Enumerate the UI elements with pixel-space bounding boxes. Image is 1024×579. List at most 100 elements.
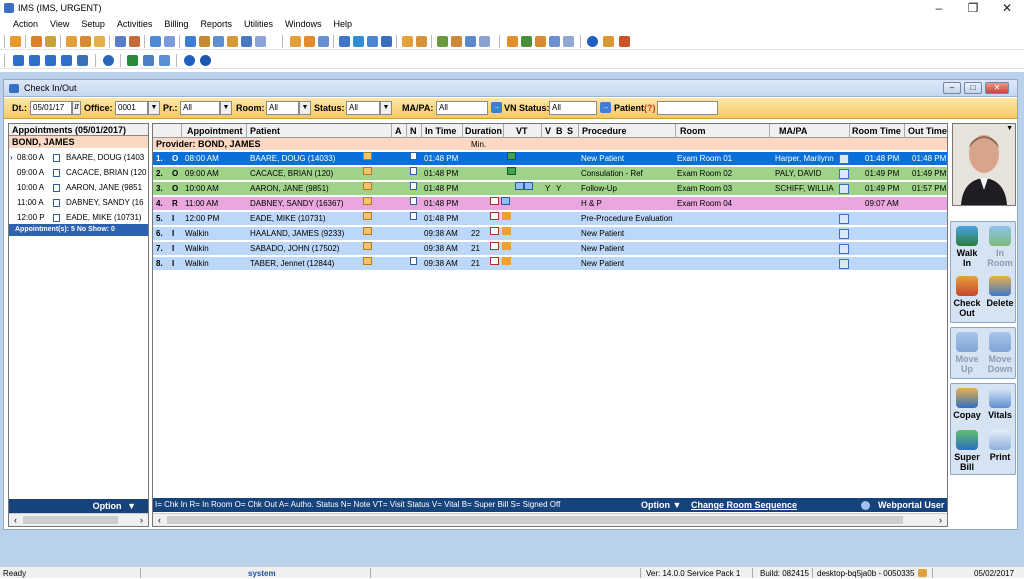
minimize-icon[interactable]: –	[922, 0, 956, 17]
doc-icon[interactable]	[150, 36, 161, 47]
exit-icon[interactable]	[619, 36, 630, 47]
menu-activities[interactable]: Activities	[111, 17, 159, 32]
webportal-user-label[interactable]: Webportal User	[878, 498, 944, 512]
office-field[interactable]: 0001	[115, 101, 148, 115]
menu-action[interactable]: Action	[7, 17, 44, 32]
move-down-button[interactable]: Move Down	[984, 332, 1016, 374]
table-row[interactable]: 6. I Walkin HAALAND, JAMES (9233) 09:38 AM 22…	[153, 227, 947, 241]
menu-reports[interactable]: Reports	[194, 17, 238, 32]
status-select[interactable]: All	[346, 101, 380, 115]
room-transfer-icon[interactable]	[839, 229, 849, 239]
grid-horizontal-scrollbar[interactable]: ‹ ›	[153, 513, 947, 526]
move-up-button[interactable]: Move Up	[951, 332, 983, 374]
date-spinner[interactable]: ⇵	[72, 101, 81, 115]
room-transfer-icon[interactable]	[839, 214, 849, 224]
calculator-icon[interactable]	[159, 55, 170, 66]
col-s[interactable]: S	[567, 125, 573, 137]
refresh-icon[interactable]	[103, 55, 114, 66]
office-dropdown-icon[interactable]: ▼	[148, 101, 160, 115]
family-icon[interactable]	[45, 36, 56, 47]
room-transfer-icon[interactable]	[839, 244, 849, 254]
col-room[interactable]: Room	[680, 125, 706, 137]
room-transfer-icon[interactable]	[839, 154, 849, 164]
ledger-icon[interactable]	[318, 36, 329, 47]
table-row[interactable]: 5. I 12:00 PM EADE, MIKE (10731) 01:48 PM Pre…	[153, 212, 947, 226]
check-out-button[interactable]: Check Out	[951, 276, 983, 318]
table-row[interactable]: 1. O 08:00 AM BAARE, DOUG (14033) 01:48 PM Ne…	[153, 152, 947, 166]
mapa-field[interactable]: All	[436, 101, 488, 115]
send-icon[interactable]	[339, 36, 350, 47]
col-room-time[interactable]: Room Time	[852, 125, 901, 137]
last-record-icon[interactable]	[61, 55, 72, 66]
list-icon[interactable]	[255, 36, 266, 47]
calendar-icon[interactable]	[213, 36, 224, 47]
left-option-button[interactable]: Option ▼	[9, 499, 148, 513]
col-v[interactable]: V	[545, 125, 551, 137]
restore-icon[interactable]: ❐	[956, 0, 990, 17]
room-transfer-icon[interactable]	[839, 169, 849, 179]
print-queue-icon[interactable]	[479, 36, 490, 47]
info-icon[interactable]	[184, 55, 195, 66]
list-item[interactable]: 12:00 P EADE, MIKE (10731)	[9, 210, 148, 225]
provider-dropdown-icon[interactable]: ▼	[220, 101, 232, 115]
first-record-icon[interactable]	[13, 55, 24, 66]
window-minimize-icon[interactable]: –	[943, 82, 961, 94]
schedule-icon[interactable]	[241, 36, 252, 47]
people-icon[interactable]	[227, 36, 238, 47]
col-in-time[interactable]: In Time	[425, 125, 456, 137]
notes-icon[interactable]	[94, 36, 105, 47]
list-item[interactable]: › 08:00 A BAARE, DOUG (1403	[9, 150, 148, 165]
col-patient[interactable]: Patient	[250, 125, 280, 137]
col-appointment[interactable]: Appointment	[187, 125, 243, 137]
scroll-right-icon[interactable]: ›	[135, 514, 148, 526]
user-icon[interactable]	[10, 36, 21, 47]
building-icon[interactable]	[143, 55, 154, 66]
scroll-right-icon[interactable]: ›	[934, 514, 947, 526]
payment-icon[interactable]	[304, 36, 315, 47]
change-room-sequence-link[interactable]: Change Room Sequence	[691, 498, 797, 512]
menu-windows[interactable]: Windows	[279, 17, 328, 32]
sync-icon[interactable]	[185, 36, 196, 47]
inventory-icon[interactable]	[465, 36, 476, 47]
menu-billing[interactable]: Billing	[158, 17, 194, 32]
room-transfer-icon[interactable]	[839, 259, 849, 269]
in-room-button[interactable]: In Room	[984, 226, 1016, 268]
col-n[interactable]: N	[410, 125, 417, 137]
col-out-time[interactable]: Out Time	[908, 125, 947, 137]
status-dropdown-icon[interactable]: ▼	[380, 101, 392, 115]
scroll-left-icon[interactable]: ‹	[153, 514, 166, 526]
photo-dropdown-icon[interactable]: ▼	[1006, 125, 1013, 132]
eligibility-icon[interactable]	[367, 36, 378, 47]
left-horizontal-scrollbar[interactable]: ‹ ›	[9, 513, 148, 526]
portal-icon[interactable]	[549, 36, 560, 47]
dollar-icon[interactable]	[127, 55, 138, 66]
room-transfer-icon[interactable]	[839, 184, 849, 194]
copay-button[interactable]: Copay	[951, 388, 983, 420]
vn-lookup-icon[interactable]: →	[600, 102, 611, 113]
date-field[interactable]: 05/01/17	[30, 101, 72, 115]
patient-field[interactable]	[657, 101, 718, 115]
fax-icon[interactable]	[507, 36, 518, 47]
message-icon[interactable]	[521, 36, 532, 47]
walk-in-button[interactable]: Walk In	[951, 226, 983, 268]
folder-icon[interactable]	[66, 36, 77, 47]
provider-select[interactable]: All	[180, 101, 220, 115]
scroll-thumb[interactable]	[167, 516, 903, 524]
menu-utilities[interactable]: Utilities	[238, 17, 279, 32]
room-dropdown-icon[interactable]: ▼	[299, 101, 311, 115]
col-procedure[interactable]: Procedure	[582, 125, 627, 137]
claims-icon[interactable]	[353, 36, 364, 47]
statement-icon[interactable]	[402, 36, 413, 47]
window-close-icon[interactable]: ✕	[985, 82, 1009, 94]
table-row[interactable]: 3. O 10:00 AM AARON, JANE (9851) 01:48 PM Y Y F…	[153, 182, 947, 196]
menu-help[interactable]: Help	[327, 17, 358, 32]
mapa-lookup-icon[interactable]: →	[491, 102, 502, 113]
vn-status-field[interactable]: All	[549, 101, 597, 115]
group-icon[interactable]	[199, 36, 210, 47]
super-bill-button[interactable]: Super Bill	[951, 430, 983, 472]
list-item[interactable]: 10:00 A AARON, JANE (9851	[9, 180, 148, 195]
col-duration[interactable]: Duration	[465, 125, 502, 137]
menu-view[interactable]: View	[44, 17, 75, 32]
grid-option-button[interactable]: Option ▼	[641, 498, 681, 512]
list-item[interactable]: 11:00 A DABNEY, SANDY (16	[9, 195, 148, 210]
